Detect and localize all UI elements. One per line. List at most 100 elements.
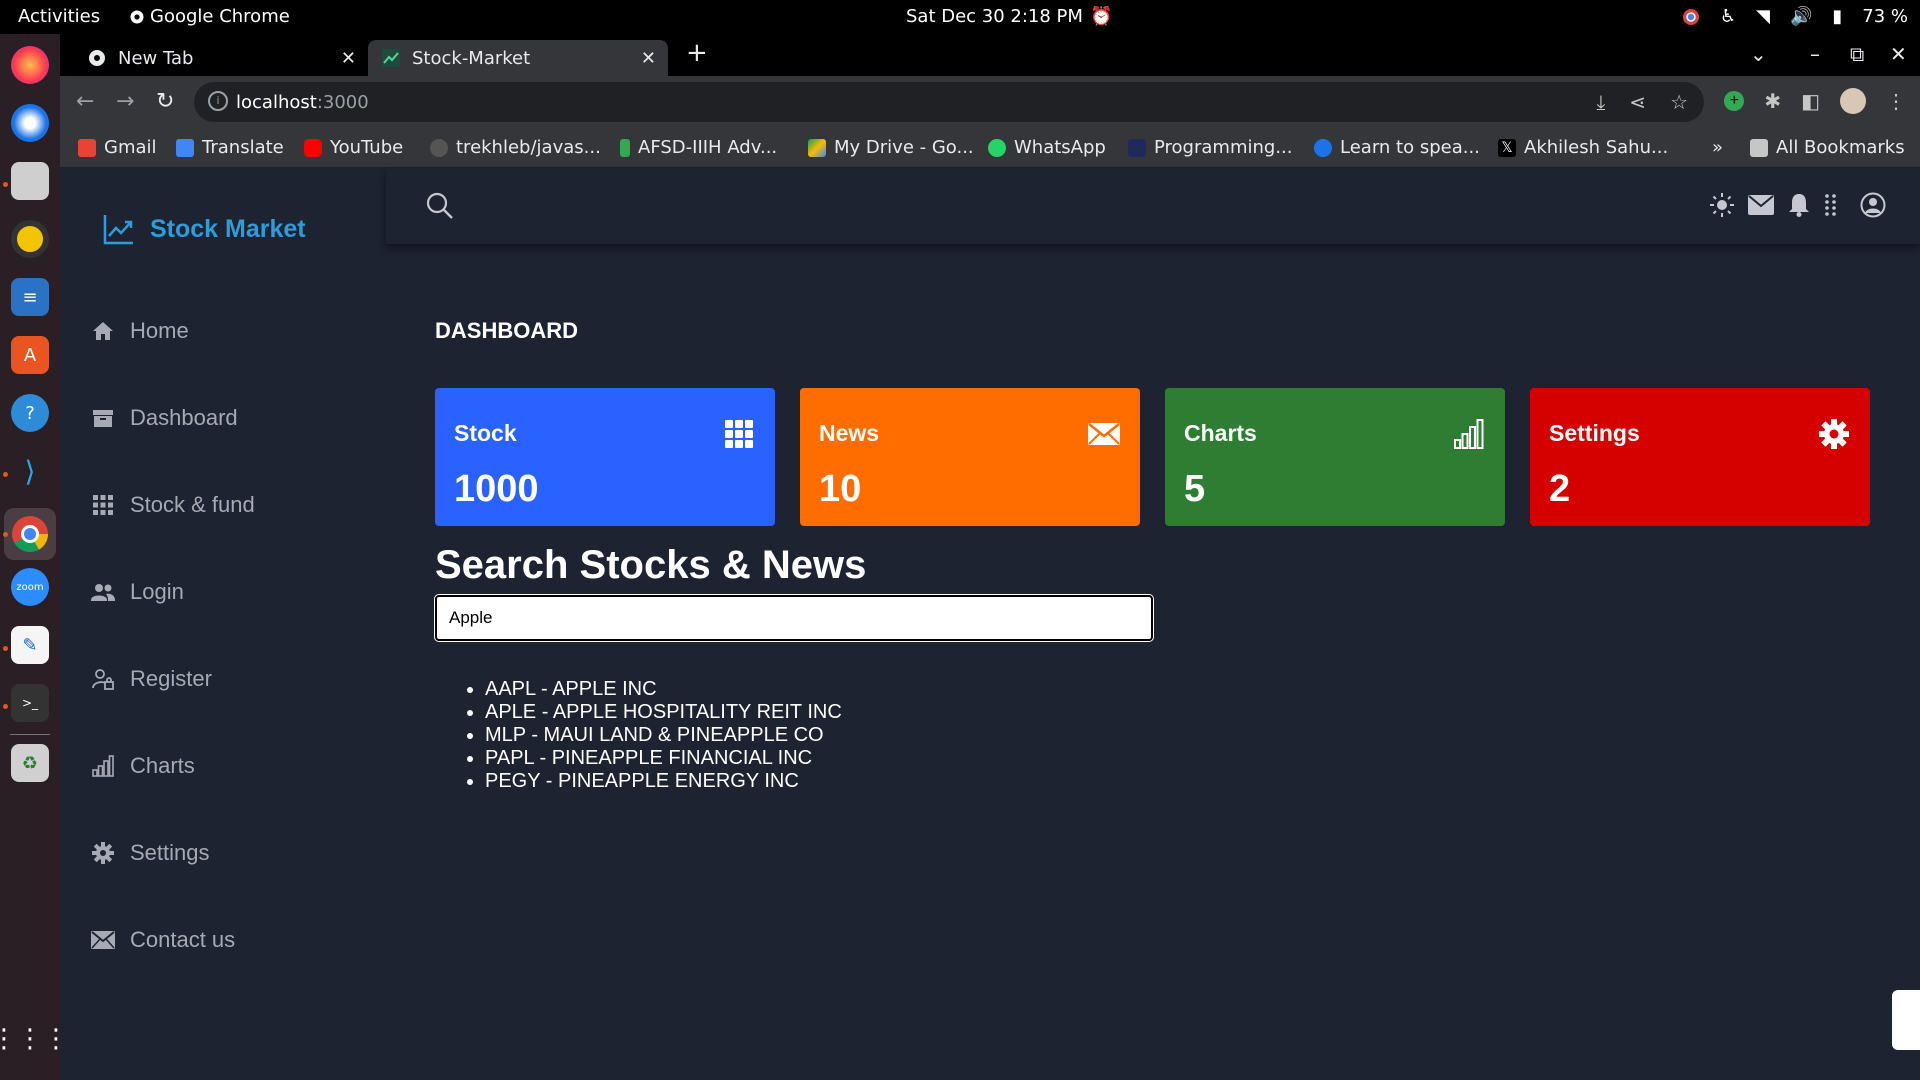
- stock-search-input[interactable]: [434, 594, 1154, 642]
- sidebar-item-dashboard[interactable]: Dashboard: [90, 405, 238, 431]
- chrome-dock-icon[interactable]: [4, 508, 56, 560]
- list-item[interactable]: MLP - MAUI LAND & PINEAPPLE CO: [485, 724, 842, 747]
- forward-icon[interactable]: →: [116, 89, 134, 114]
- sidebar-item-label: Register: [130, 666, 212, 691]
- sidebar-item-label: Settings: [130, 840, 210, 865]
- site-info-icon[interactable]: i: [208, 91, 228, 111]
- list-item[interactable]: PAPL - PINEAPPLE FINANCIAL INC: [485, 747, 842, 770]
- stat-card-stock[interactable]: Stock 1000: [435, 388, 775, 526]
- battery-icon: ▮: [1832, 6, 1843, 27]
- stat-card-news[interactable]: News 10: [800, 388, 1140, 526]
- sidebar-item-label: Dashboard: [130, 405, 238, 430]
- running-indicator: [3, 646, 8, 651]
- chrome-menu-icon[interactable]: ⋮: [1886, 89, 1906, 114]
- profile-avatar[interactable]: [1840, 88, 1866, 114]
- app-name: Google Chrome: [150, 6, 290, 27]
- firefox-icon[interactable]: [11, 46, 49, 84]
- restore-icon[interactable]: ⧉: [1850, 42, 1864, 66]
- profile-icon[interactable]: [1860, 192, 1886, 223]
- star-icon[interactable]: ☆: [1670, 90, 1688, 114]
- tab-search-icon[interactable]: ⌄: [1750, 42, 1767, 66]
- runner-icon: [620, 138, 630, 157]
- programming-icon: [1128, 138, 1146, 157]
- x-icon: 𝕏: [1498, 138, 1516, 157]
- close-tab-icon[interactable]: ✕: [641, 48, 656, 69]
- share-icon[interactable]: ⋖: [1629, 90, 1646, 114]
- close-tab-icon[interactable]: ✕: [341, 48, 356, 69]
- stat-card-settings[interactable]: Settings 2: [1530, 388, 1870, 526]
- terminal-icon[interactable]: >_: [11, 684, 49, 722]
- bookmark-akhilesh[interactable]: 𝕏 Akhilesh Sahu...: [1498, 137, 1668, 158]
- bookmark-learn[interactable]: Learn to spea...: [1314, 137, 1480, 158]
- extensions-icon[interactable]: ✱: [1764, 89, 1781, 114]
- system-tray[interactable]: ♿ ◥ 🔊 ▮ 73 %: [1682, 6, 1908, 27]
- ubuntu-dock: ≡ A ? ⟩ zoom ✎ >_ ♻ ⋮⋮⋮: [0, 34, 69, 1080]
- help-icon[interactable]: ?: [11, 394, 49, 432]
- search-icon[interactable]: [426, 192, 454, 225]
- bookmark-programming[interactable]: Programming...: [1128, 137, 1292, 158]
- list-item[interactable]: APLE - APPLE HOSPITALITY REIT INC: [485, 701, 842, 724]
- app-menu[interactable]: Google Chrome: [130, 6, 290, 27]
- vscode-icon[interactable]: ⟩: [11, 452, 49, 490]
- brand-logo[interactable]: Stock Market: [102, 212, 306, 246]
- bookmark-drive[interactable]: My Drive - Go...: [808, 137, 974, 158]
- sidebar-item-label: Home: [130, 318, 189, 343]
- sidebar-item-register[interactable]: Register: [90, 666, 212, 692]
- users-icon: [90, 579, 116, 605]
- show-apps-icon[interactable]: ⋮⋮⋮: [0, 1020, 69, 1058]
- gear-icon: [90, 840, 116, 866]
- bookmark-gmail[interactable]: Gmail: [78, 137, 157, 158]
- minimize-icon[interactable]: –: [1810, 42, 1820, 66]
- sidebar-item-contact[interactable]: Contact us: [90, 927, 235, 953]
- sidebar-item-charts[interactable]: Charts: [90, 753, 195, 779]
- sidebar-item-stock-fund[interactable]: Stock & fund: [90, 492, 255, 518]
- text-editor-icon[interactable]: ✎: [11, 626, 49, 664]
- new-tab-button[interactable]: +: [686, 38, 708, 68]
- system-top-bar: Activities Google Chrome Sat Dec 30 2:18…: [0, 0, 1920, 34]
- zoom-icon[interactable]: zoom: [11, 568, 49, 606]
- list-item[interactable]: AAPL - APPLE INC: [485, 678, 842, 701]
- clock[interactable]: Sat Dec 30 2:18 PM: [906, 6, 1083, 27]
- extension-plus-icon[interactable]: +: [1724, 91, 1745, 111]
- apps-icon[interactable]: [1824, 193, 1838, 222]
- bookmark-github[interactable]: trekhleb/javas...: [430, 137, 601, 158]
- home-icon: [90, 318, 116, 344]
- tab-new-tab[interactable]: New Tab ✕: [74, 40, 368, 76]
- tab-stock-market[interactable]: Stock-Market ✕: [368, 40, 668, 76]
- sun-icon[interactable]: [1710, 193, 1734, 222]
- bookmark-whatsapp[interactable]: WhatsApp: [988, 137, 1106, 158]
- bookmark-afsd[interactable]: AFSD-IIIH Adv...: [620, 137, 777, 158]
- bookmarks-overflow-button[interactable]: »: [1712, 137, 1723, 158]
- install-icon[interactable]: ⤓: [1596, 90, 1605, 114]
- files-icon[interactable]: [11, 162, 49, 200]
- toolbar-actions: + ✱ ◧ ⋮: [1724, 88, 1906, 114]
- mail-icon[interactable]: [1748, 195, 1774, 220]
- list-item[interactable]: PEGY - PINEAPPLE ENERGY INC: [485, 770, 842, 793]
- youtube-icon: [304, 138, 322, 157]
- bookmark-youtube[interactable]: YouTube: [304, 137, 403, 158]
- chrome-favicon-icon: [89, 50, 105, 66]
- stat-card-charts[interactable]: Charts 5: [1165, 388, 1505, 526]
- user-lock-icon: [90, 666, 116, 692]
- sidebar-item-settings[interactable]: Settings: [90, 840, 210, 866]
- side-panel-icon[interactable]: ◧: [1801, 89, 1820, 114]
- address-bar[interactable]: i localhost:3000 ⤓ ⋖ ☆: [194, 82, 1704, 122]
- close-window-icon[interactable]: ✕: [1890, 42, 1907, 66]
- accessibility-icon: ♿: [1719, 6, 1737, 27]
- side-handle[interactable]: [1892, 990, 1920, 1050]
- reload-icon[interactable]: ↻: [156, 89, 174, 114]
- all-bookmarks-button[interactable]: All Bookmarks: [1750, 137, 1905, 158]
- activities-button[interactable]: Activities: [18, 6, 100, 27]
- thunderbird-icon[interactable]: [11, 104, 49, 142]
- bell-icon[interactable]: [1788, 193, 1810, 222]
- rhythmbox-icon[interactable]: [11, 220, 49, 258]
- back-icon[interactable]: ←: [76, 89, 94, 114]
- sidebar-item-login[interactable]: Login: [90, 579, 184, 605]
- app-center-icon[interactable]: A: [11, 336, 49, 374]
- writer-icon[interactable]: ≡: [11, 278, 49, 316]
- card-value: 2: [1549, 468, 1571, 510]
- trash-icon[interactable]: ♻: [11, 744, 49, 782]
- bookmark-translate[interactable]: Translate: [176, 137, 284, 158]
- sidebar-item-label: Stock & fund: [130, 492, 255, 517]
- sidebar-item-home[interactable]: Home: [90, 318, 189, 344]
